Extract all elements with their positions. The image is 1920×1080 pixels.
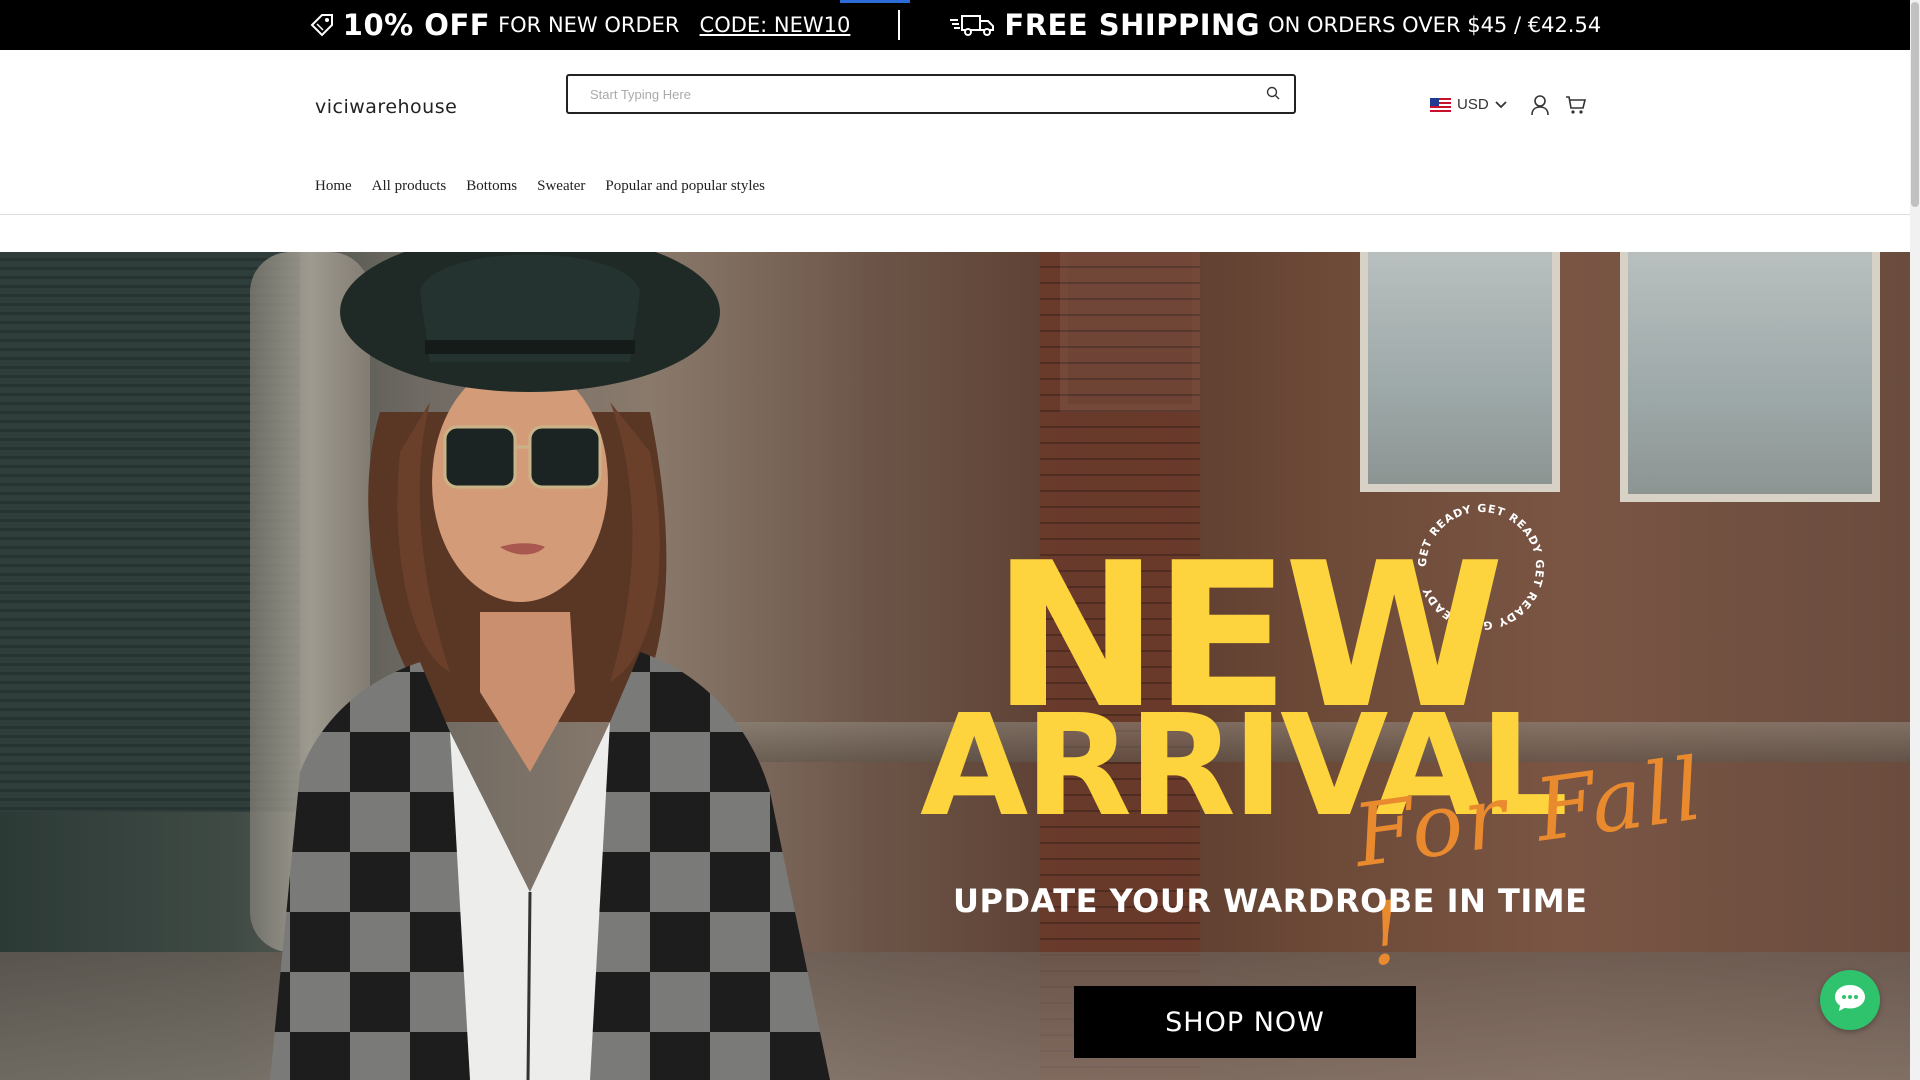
currency-selector[interactable]: USD xyxy=(1430,96,1507,113)
hero-subheadline: UPDATE YOUR WARDROBE IN TIME xyxy=(953,882,1588,920)
nav-item-sweater[interactable]: Sweater xyxy=(537,178,585,195)
search-icon[interactable] xyxy=(1266,86,1280,105)
free-shipping-text: ON ORDERS OVER $45 / €42.54 xyxy=(1268,13,1602,37)
nav-item-bottoms[interactable]: Bottoms xyxy=(466,178,517,195)
site-header: viciwarehouse USD Home All products Bott… xyxy=(0,50,1910,215)
truck-icon xyxy=(948,12,996,38)
offer-code-link[interactable]: CODE: NEW10 xyxy=(700,13,851,37)
cart-icon[interactable] xyxy=(1565,95,1587,120)
offer-percent: 10% OFF xyxy=(342,8,491,42)
currency-label: USD xyxy=(1457,96,1489,113)
nav-item-home[interactable]: Home xyxy=(315,178,352,195)
nav-item-popular-styles[interactable]: Popular and popular styles xyxy=(605,178,765,195)
main-nav: Home All products Bottoms Sweater Popula… xyxy=(315,178,765,195)
announcement-divider xyxy=(898,10,901,40)
chevron-down-icon xyxy=(1495,96,1507,113)
search-box xyxy=(566,74,1296,114)
page-scrollbar[interactable] xyxy=(1910,0,1920,1080)
us-flag-icon xyxy=(1430,97,1451,112)
announcement-progress-indicator xyxy=(840,0,910,3)
chat-button[interactable] xyxy=(1820,970,1880,1030)
tag-icon xyxy=(309,12,335,38)
free-shipping-title: FREE SHIPPING xyxy=(1004,8,1261,42)
search-input[interactable] xyxy=(568,76,1228,112)
free-shipping-offer: FREE SHIPPING ON ORDERS OVER $45 / €42.5… xyxy=(948,8,1601,42)
announcement-bar: 10% OFF FOR NEW ORDER CODE: NEW10 FREE S… xyxy=(0,0,1910,50)
offer-text: FOR NEW ORDER xyxy=(498,13,680,37)
scrollbar-thumb[interactable] xyxy=(1911,2,1919,207)
new-order-offer: 10% OFF FOR NEW ORDER CODE: NEW10 xyxy=(309,8,851,42)
shop-now-button[interactable]: SHOP NOW xyxy=(1074,986,1416,1058)
chat-bubble-icon xyxy=(1833,983,1867,1018)
hero-banner[interactable]: GET READY GET READY GET READY GET READY … xyxy=(0,252,1910,1080)
model-photo xyxy=(270,252,830,1080)
nav-item-all-products[interactable]: All products xyxy=(372,178,447,195)
site-logo[interactable]: viciwarehouse xyxy=(315,96,457,118)
hero-copy: GET READY GET READY GET READY GET READY … xyxy=(920,502,1720,1072)
user-icon[interactable] xyxy=(1530,94,1550,121)
